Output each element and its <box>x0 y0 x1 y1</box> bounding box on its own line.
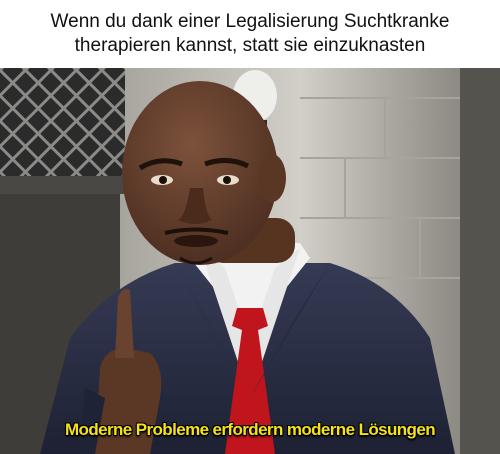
pillar-right <box>460 68 500 454</box>
top-caption: Wenn du dank einer Legalisierung Suchtkr… <box>50 11 450 56</box>
meme-photo <box>0 68 500 454</box>
pupil-right <box>223 176 231 184</box>
window-sill <box>0 176 130 194</box>
ear <box>258 154 286 202</box>
window-lattice <box>0 68 125 178</box>
pupil-left <box>159 176 167 184</box>
bottom-caption: Moderne Probleme erfordern moderne Lösun… <box>65 420 436 439</box>
photo-illustration <box>0 68 500 454</box>
mouth <box>174 235 218 247</box>
meme: Wenn du dank einer Legalisierung Suchtkr… <box>0 0 500 454</box>
